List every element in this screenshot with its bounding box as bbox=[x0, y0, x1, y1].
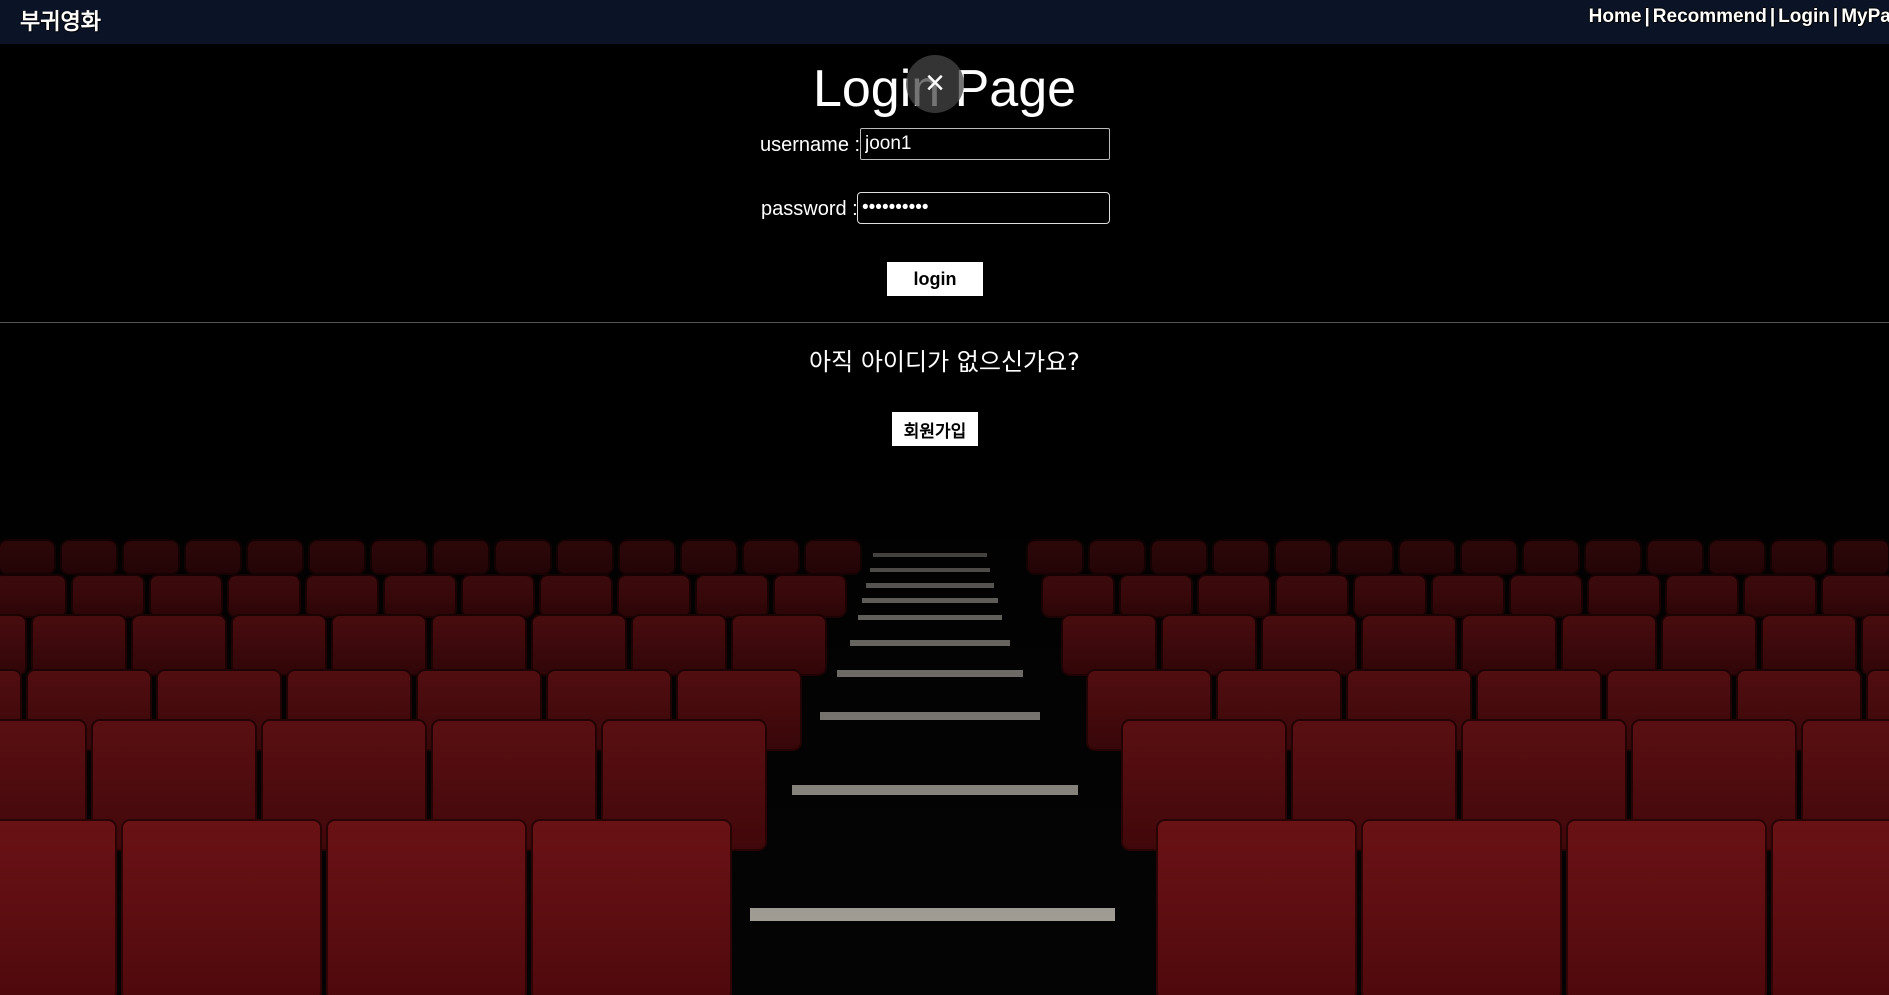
username-label: username : bbox=[760, 134, 861, 156]
password-label: password : bbox=[761, 198, 858, 220]
password-input[interactable] bbox=[857, 192, 1110, 224]
brand-logo[interactable]: 부귀영화 bbox=[20, 4, 101, 36]
nav-link-mypage[interactable]: MyPage bbox=[1841, 6, 1889, 27]
divider bbox=[0, 322, 1889, 323]
nav-separator: | bbox=[1832, 6, 1839, 27]
username-input[interactable] bbox=[860, 128, 1110, 160]
close-icon[interactable]: × bbox=[906, 55, 964, 113]
nav-separator: | bbox=[1644, 6, 1650, 27]
nav-links: Home|Recommend|Login|MyPage bbox=[1589, 6, 1889, 28]
top-navbar: 부귀영화 Home|Recommend|Login|MyPage bbox=[0, 0, 1889, 44]
login-button[interactable]: login bbox=[887, 262, 983, 296]
nav-separator: | bbox=[1769, 6, 1776, 27]
username-row: username : bbox=[0, 128, 1889, 164]
signup-prompt: 아직 아이디가 없으신가요? bbox=[809, 348, 1080, 376]
nav-link-login[interactable]: Login bbox=[1778, 6, 1830, 27]
nav-link-home[interactable]: Home bbox=[1589, 6, 1642, 27]
nav-link-recommend[interactable]: Recommend bbox=[1653, 6, 1767, 27]
signup-button[interactable]: 회원가입 bbox=[892, 412, 978, 446]
password-row: password : bbox=[0, 192, 1889, 228]
